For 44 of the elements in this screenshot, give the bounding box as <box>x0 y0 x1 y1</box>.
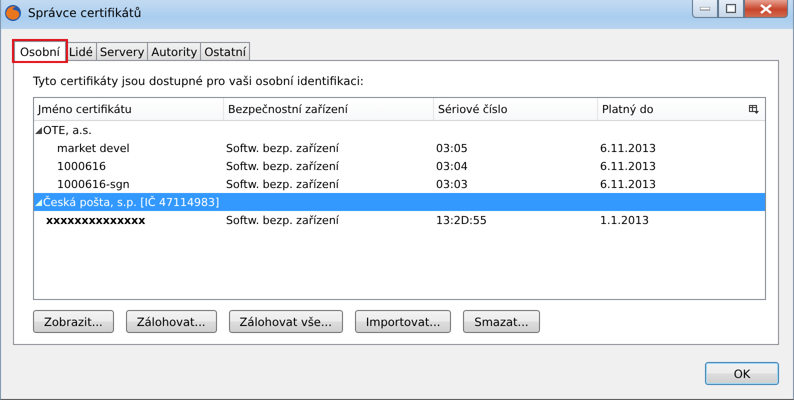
column-header[interactable]: Sériové číslo <box>434 98 598 120</box>
expanded-triangle-icon[interactable] <box>35 127 42 134</box>
table-cell-text: 03:05 <box>435 142 469 154</box>
maximize-button[interactable] <box>718 0 744 18</box>
table-cell-text: 6.11.2013 <box>599 160 657 172</box>
window-title: Správce certifikátů <box>28 6 142 20</box>
maximize-icon <box>726 4 736 13</box>
table-cell-text: 1000616 <box>56 160 107 172</box>
table-cell-text: 03:04 <box>435 160 469 172</box>
close-button[interactable] <box>744 0 788 18</box>
table-cell-text: 1.1.2013 <box>599 214 650 226</box>
column-picker-icon[interactable] <box>749 104 759 114</box>
tab[interactable]: Servery <box>96 42 148 60</box>
browser-logo-icon <box>4 4 22 22</box>
ok-button[interactable]: OK <box>705 362 779 385</box>
tab[interactable]: Autority <box>147 42 202 60</box>
table-cell-text: 6.11.2013 <box>599 178 657 190</box>
table-cell-text: 13:2D:55 <box>435 214 488 226</box>
table-cell-text: Softw. bezp. zařízení <box>225 178 340 190</box>
table-cell-text: market devel <box>56 142 131 154</box>
description-text: Tyto certifikáty jsou dostupné pro vaši osobní identifikaci: <box>33 74 365 88</box>
group-name: OTE, a.s. <box>43 124 92 136</box>
table-cell-text: Softw. bezp. zařízení <box>225 214 340 226</box>
table-cell-text: Softw. bezp. zařízení <box>225 142 340 154</box>
action-button[interactable]: Zálohovat... <box>126 310 217 333</box>
action-button[interactable]: Importovat... <box>354 310 452 333</box>
close-icon <box>760 4 772 14</box>
column-header[interactable]: Jméno certifikátu <box>34 98 224 120</box>
tree-group-row[interactable]: OTE, a.s. <box>34 121 765 139</box>
minimize-icon <box>700 6 710 10</box>
column-header[interactable]: Bezpečnostní zařízení <box>224 98 434 120</box>
table-cell-text: 6.11.2013 <box>599 142 657 154</box>
group-name: Česká pošta, s.p. [IČ 47114983] <box>43 196 220 208</box>
minimize-button[interactable] <box>692 0 718 18</box>
tab[interactable]: Osobní <box>14 41 66 61</box>
tab[interactable]: Ostatní <box>200 42 250 60</box>
column-header[interactable]: Platný do <box>598 98 743 120</box>
table-cell-text: 1000616-sgn <box>56 178 131 190</box>
action-button[interactable]: Smazat... <box>463 310 540 333</box>
action-button[interactable]: Zálohovat vše... <box>228 310 343 333</box>
action-button[interactable]: Zobrazit... <box>33 310 114 333</box>
table-cell-text: 03:03 <box>435 178 469 190</box>
table-cell-text: Softw. bezp. zařízení <box>225 160 340 172</box>
table-cell-text: xxxxxxxxxxxxxx <box>45 214 146 226</box>
